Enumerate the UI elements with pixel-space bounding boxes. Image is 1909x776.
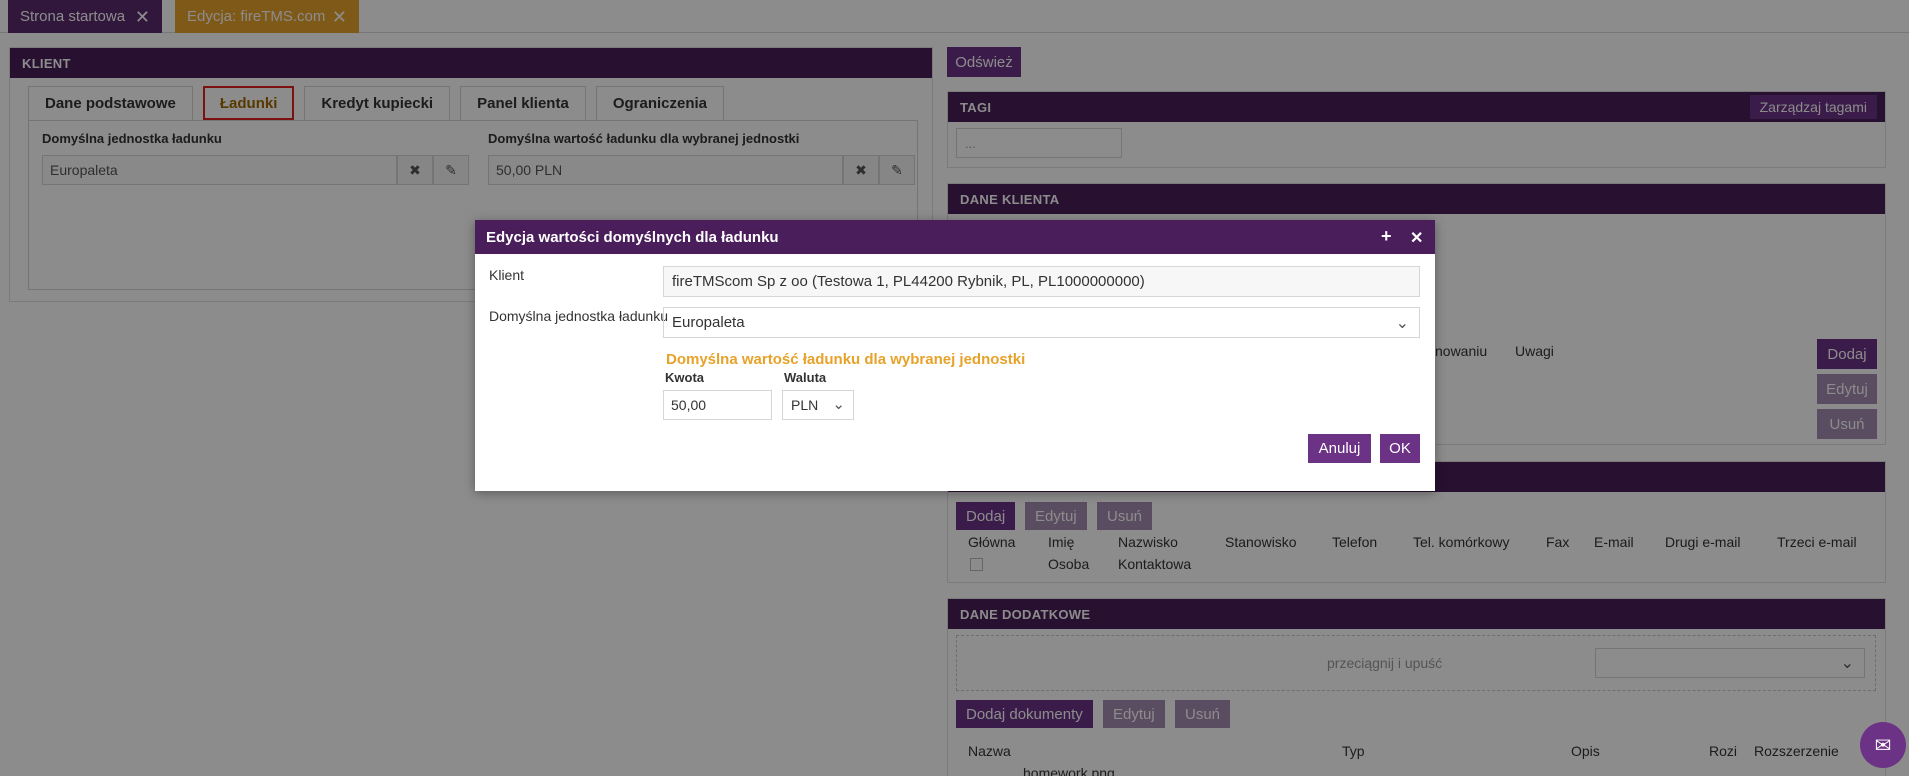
- client-field: fireTMScom Sp z oo (Testowa 1, PL44200 R…: [663, 266, 1420, 297]
- edit-load-defaults-dialog: Edycja wartości domyślnych dla ładunku +…: [475, 220, 1435, 491]
- client-label: Klient: [489, 267, 525, 283]
- close-icon[interactable]: ✕: [1410, 228, 1423, 248]
- default-unit-value: Europaleta: [672, 314, 745, 331]
- default-unit-select[interactable]: Europaleta ⌄: [663, 307, 1420, 338]
- chevron-down-icon: ⌄: [1395, 315, 1409, 332]
- section-title: Domyślna wartość ładunku dla wybranej je…: [666, 351, 1026, 368]
- chevron-down-icon: ⌄: [832, 396, 845, 413]
- currency-value: PLN: [791, 397, 819, 413]
- default-unit-label: Domyślna jednostka ładunku: [489, 308, 668, 324]
- ok-button[interactable]: OK: [1380, 434, 1420, 463]
- chat-icon[interactable]: ✉: [1860, 722, 1906, 768]
- amount-input[interactable]: 50,00: [663, 390, 772, 420]
- dialog-header: Edycja wartości domyślnych dla ładunku +…: [475, 220, 1435, 254]
- cancel-button[interactable]: Anuluj: [1308, 434, 1371, 463]
- currency-label: Waluta: [784, 370, 827, 385]
- maximize-icon[interactable]: +: [1381, 226, 1392, 247]
- currency-select[interactable]: PLN ⌄: [782, 390, 854, 420]
- amount-label: Kwota: [665, 370, 704, 385]
- dialog-title: Edycja wartości domyślnych dla ładunku: [486, 228, 779, 246]
